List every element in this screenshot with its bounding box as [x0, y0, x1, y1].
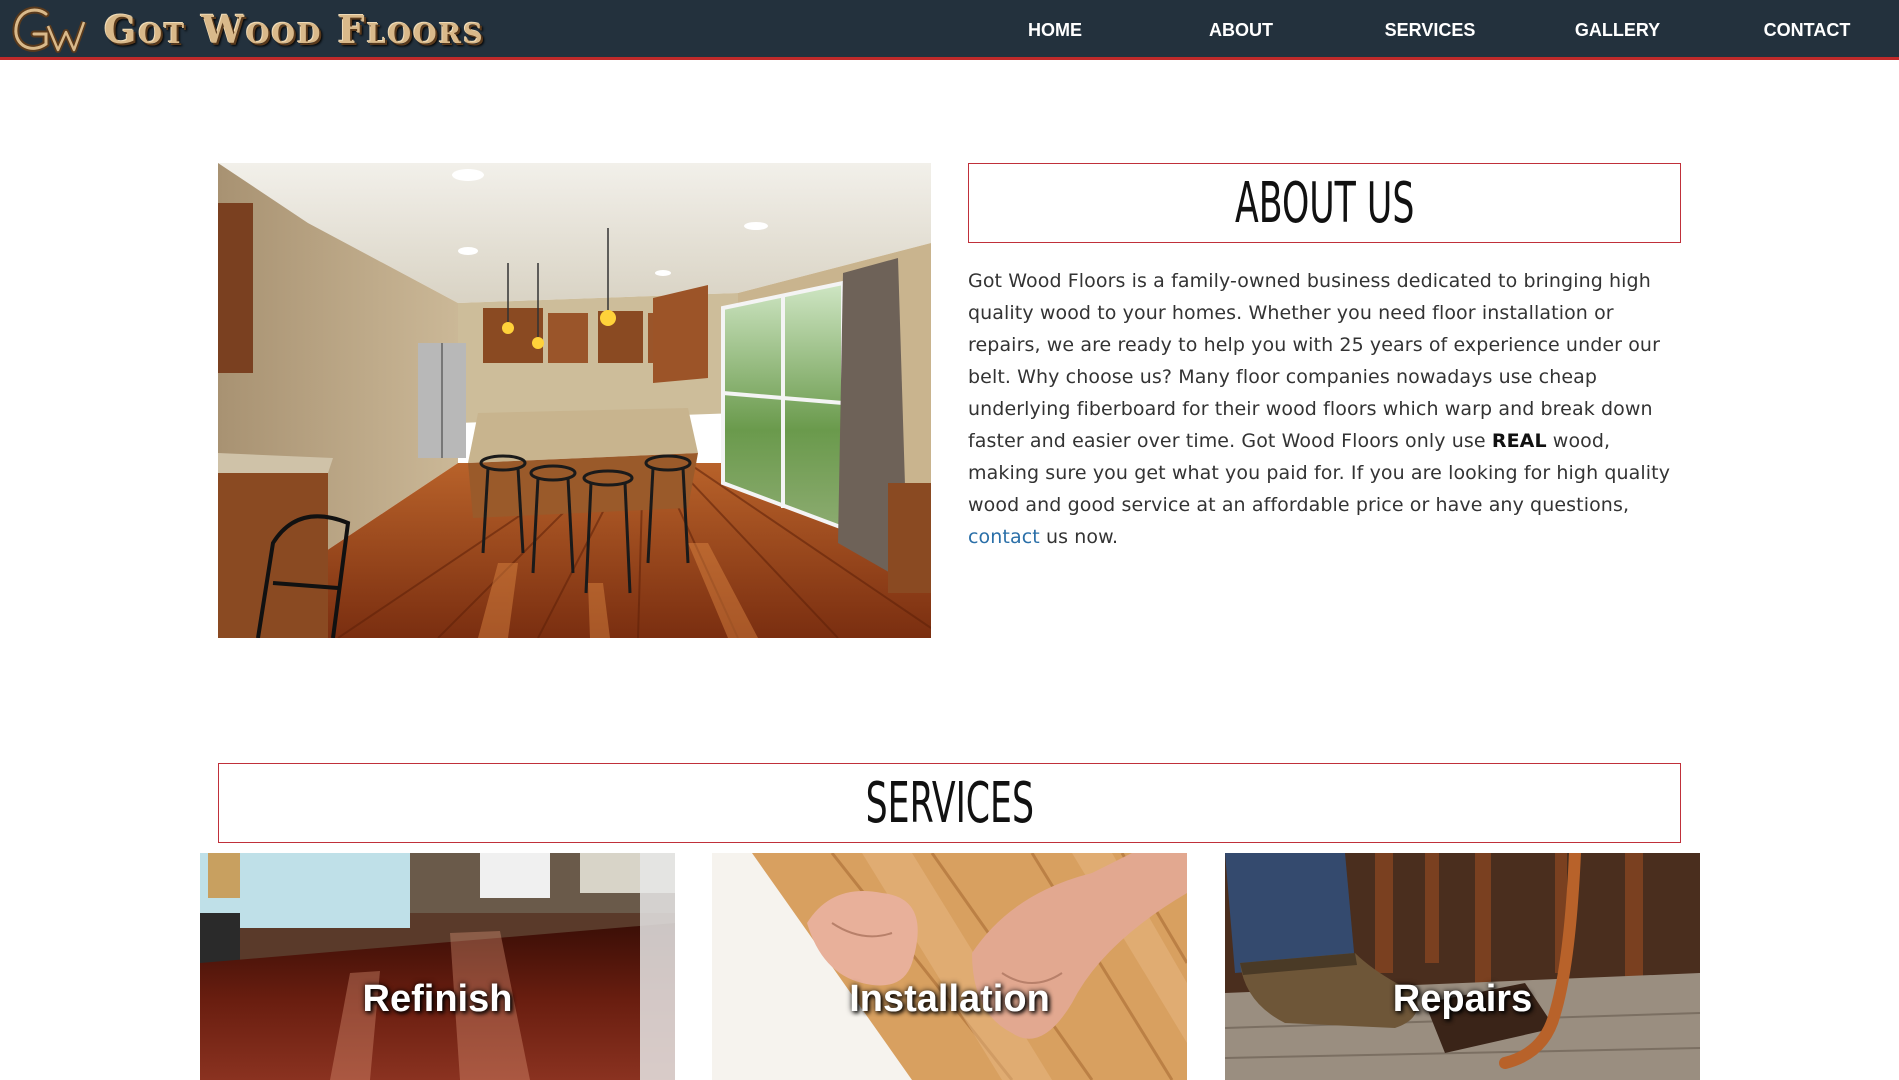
about-text-part-3: us now. — [1039, 526, 1119, 548]
nav-contact-link[interactable]: CONTACT — [1752, 0, 1862, 60]
about-title: ABOUT US — [1234, 170, 1415, 236]
about-text-part-1: Got Wood Floors is a family-owned busine… — [968, 270, 1660, 452]
services-title: SERVICES — [865, 770, 1034, 836]
services-title-box: SERVICES — [218, 763, 1681, 843]
service-installation-label: Installation — [849, 978, 1050, 1020]
service-card-refinish[interactable]: Refinish — [200, 853, 675, 1080]
about-title-box: ABOUT US — [968, 163, 1681, 243]
service-card-repairs[interactable]: Repairs — [1225, 853, 1700, 1080]
nav-gallery-link[interactable]: GALLERY — [1565, 0, 1670, 60]
about-paragraph: Got Wood Floors is a family-owned busine… — [968, 265, 1683, 553]
service-refinish-label: Refinish — [362, 978, 513, 1020]
nav-home-link[interactable]: HOME — [1010, 0, 1100, 60]
contact-inline-link[interactable]: contact — [968, 526, 1040, 548]
service-card-installation[interactable]: Installation — [712, 853, 1187, 1080]
service-repairs-label: Repairs — [1392, 978, 1533, 1020]
brand-name[interactable]: Got Wood Floors — [104, 6, 485, 54]
nav-about-link[interactable]: ABOUT — [1196, 0, 1286, 60]
about-kitchen-image — [218, 163, 931, 638]
nav-services-link[interactable]: SERVICES — [1375, 0, 1485, 60]
about-text-emphasis: REAL — [1491, 430, 1547, 452]
logo-monogram[interactable] — [12, 4, 88, 56]
navbar: Got Wood Floors HOME ABOUT SERVICES GALL… — [0, 0, 1899, 60]
